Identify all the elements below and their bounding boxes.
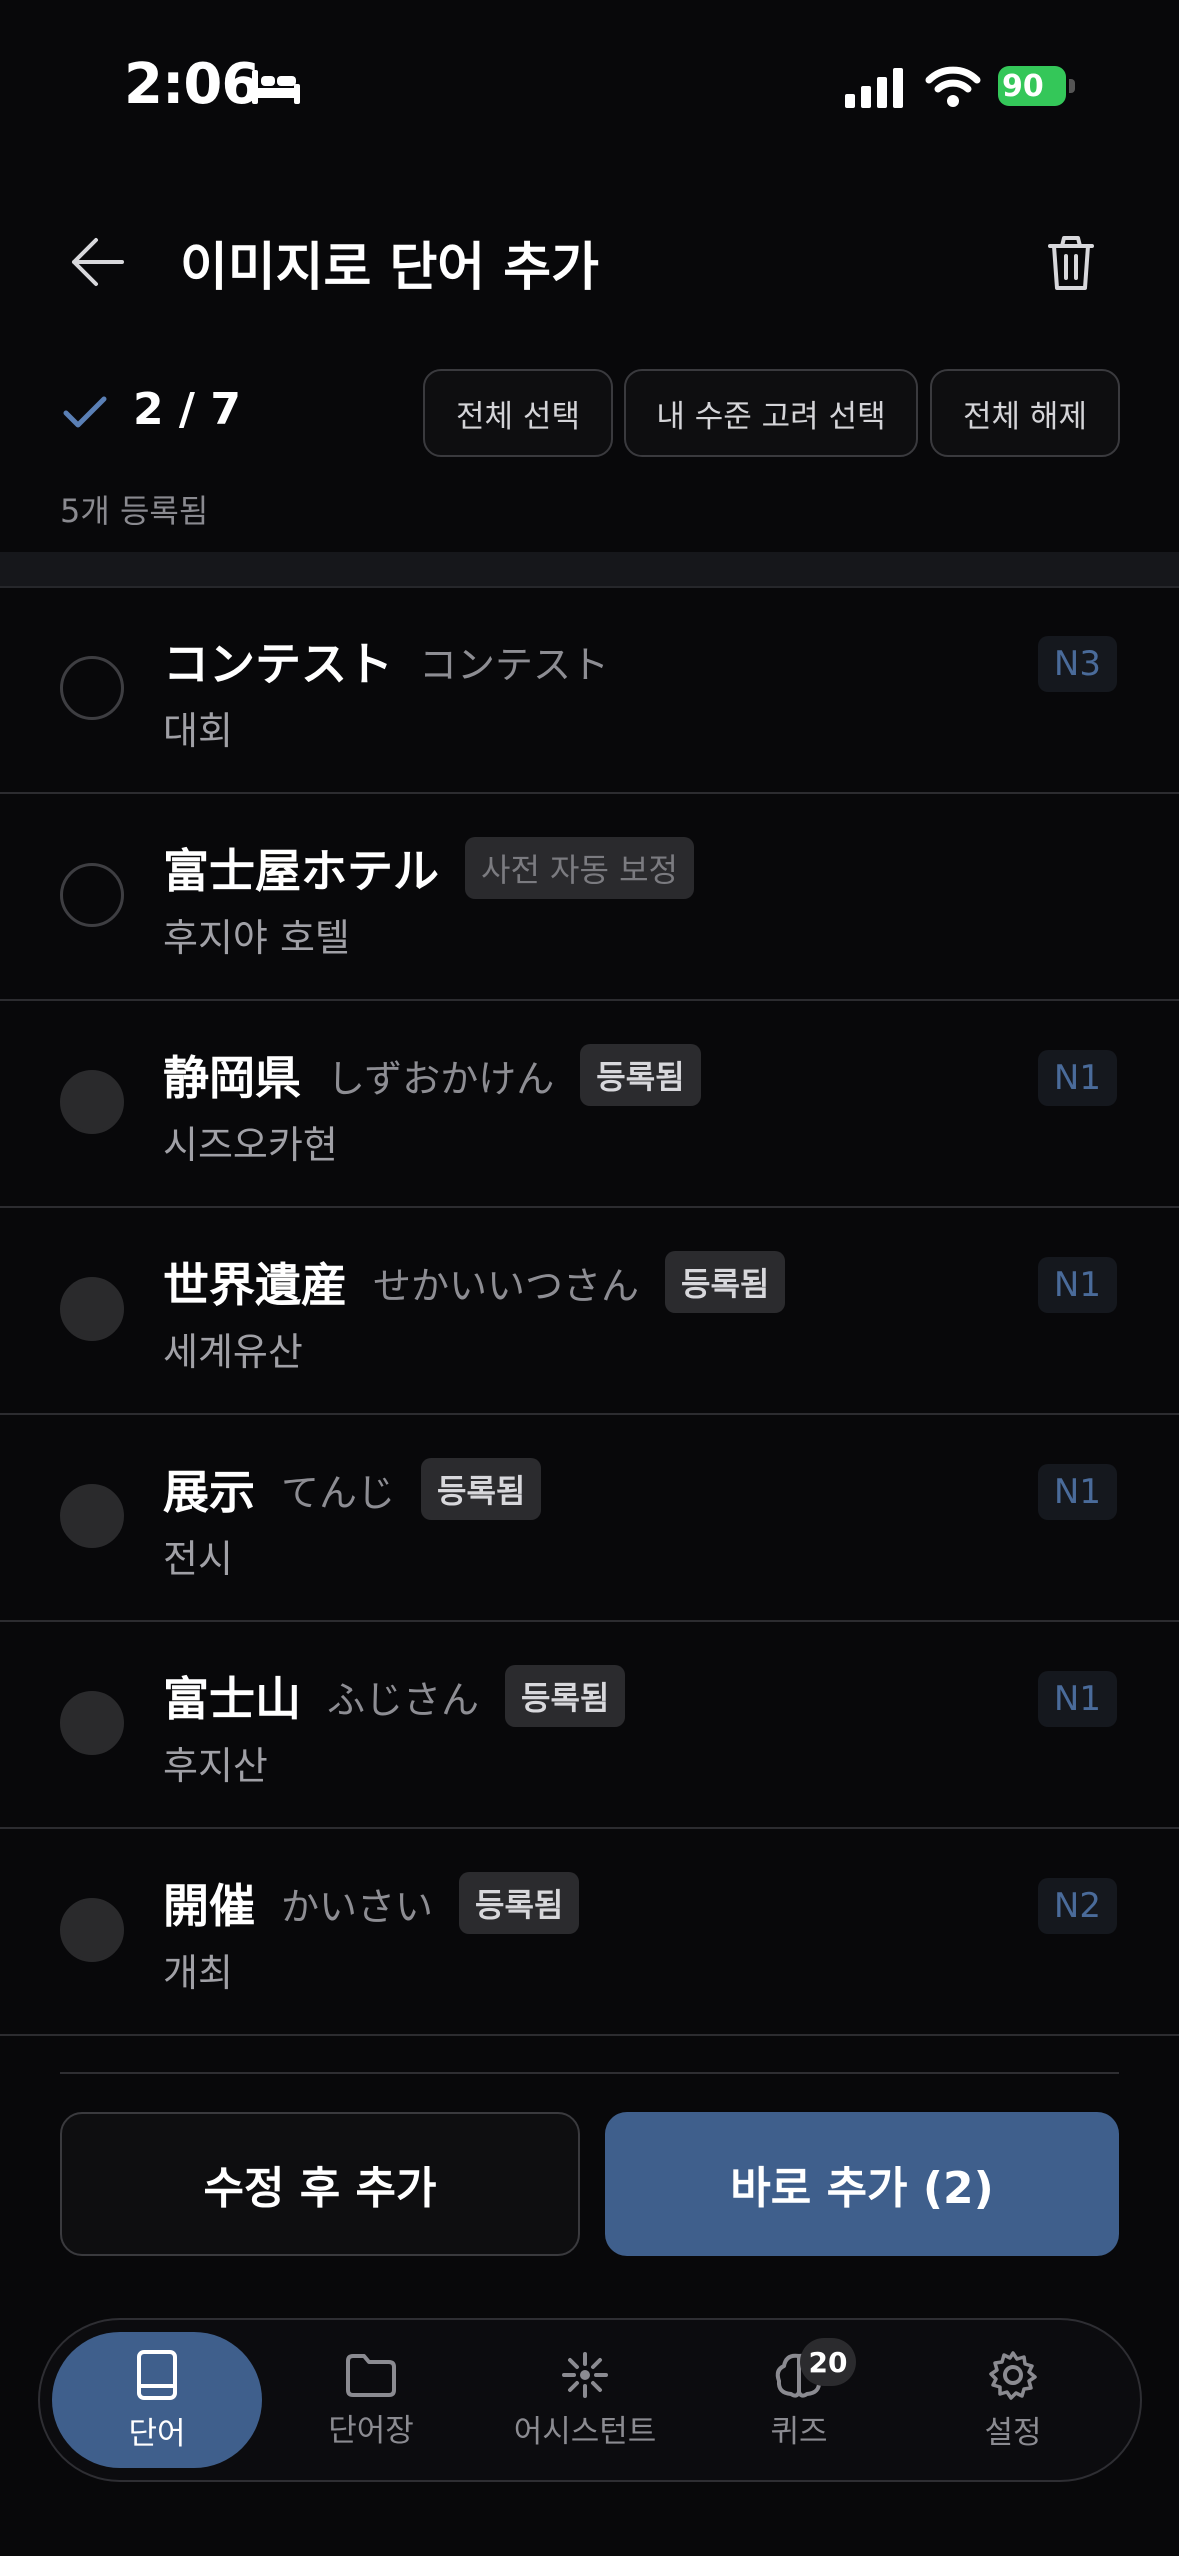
word-row[interactable]: 富士屋ホテル 사전 자동 보정후지야 호텔 [0,795,1179,1001]
word-meaning: 후지야 호텔 [163,916,350,960]
section-divider [0,552,1179,588]
status-badge: 등록됨 [580,1044,701,1106]
battery-indicator: 90 [998,66,1078,106]
edit-then-add-button[interactable]: 수정 후 추가 [60,2112,580,2256]
word-text: コンテスト [163,637,393,691]
word-reading: かいさい [281,1884,434,1929]
tab-label: 단어장 [328,2412,414,2449]
word-meaning: 개최 [163,1951,233,1995]
jlpt-level-badge: N1 [1037,1464,1117,1520]
tab-label: 설정 [984,2414,1042,2451]
word-reading: てんじ [281,1470,396,1515]
word-meaning: 세계유산 [163,1330,303,1374]
tab-bar: 단어 단어장 어시스턴트 퀴즈 설정 [38,2318,1142,2482]
tab-label: 단어 [128,2415,186,2452]
jlpt-level-badge: N2 [1037,1878,1117,1934]
cellular-signal-icon [845,68,903,108]
select-radio[interactable] [60,1070,124,1134]
select-radio[interactable] [60,1691,124,1755]
battery-level: 90 [1002,69,1044,104]
word-text: 富士屋ホテル [163,844,439,898]
selection-count: 2 / 7 [133,384,241,435]
wifi-icon [925,66,981,107]
word-text: 開催 [163,1879,255,1933]
word-reading: しずおかけん [327,1056,555,1101]
actions-divider [60,2072,1119,2074]
word-row[interactable]: コンテスト コンテスト 대회 N3 [0,588,1179,794]
tab-settings[interactable]: 설정 [908,2320,1118,2480]
status-time: 2:06 [124,52,260,117]
status-badge: 등록됨 [665,1251,786,1313]
registered-count: 5개 등록됨 [60,492,209,530]
word-reading: コンテスト [419,642,610,687]
select-all-button[interactable]: 전체 선택 [423,369,613,457]
jlpt-level-badge: N3 [1037,636,1117,692]
word-reading: せかいいつさん [373,1263,640,1308]
word-text: 静岡県 [163,1051,301,1105]
word-meaning: 후지산 [163,1744,268,1788]
word-row[interactable]: 世界遺産 せかいいつさん 등록됨세계유산 N1 [0,1209,1179,1415]
add-now-button[interactable]: 바로 추가 (2) [605,2112,1119,2256]
trash-icon[interactable] [1040,232,1102,294]
folder-icon [346,2353,396,2397]
sparkle-icon [562,2351,608,2398]
select-by-level-button[interactable]: 내 수준 고려 선택 [624,369,918,457]
word-reading: ふじさん [327,1677,480,1722]
word-text: 富士山 [163,1672,301,1726]
word-row[interactable]: 開催 かいさい 등록됨개최 N2 [0,1830,1179,2036]
back-arrow-icon[interactable] [62,232,132,292]
jlpt-level-badge: N1 [1037,1257,1117,1313]
jlpt-level-badge: N1 [1037,1671,1117,1727]
word-meaning: 대회 [163,709,233,753]
tab-label: 퀴즈 [770,2413,828,2450]
word-meaning: 전시 [163,1537,233,1581]
word-row[interactable]: 展示 てんじ 등록됨전시 N1 [0,1416,1179,1622]
gear-icon [989,2350,1037,2400]
book-icon [137,2349,177,2400]
tab-assistant[interactable]: 어시스턴트 [480,2320,690,2480]
word-row[interactable]: 富士山 ふじさん 등록됨후지산 N1 [0,1623,1179,1829]
status-badge: 등록됨 [421,1458,542,1520]
page-title: 이미지로 단어 추가 [180,238,599,298]
sleep-focus-icon [252,70,300,104]
select-radio[interactable] [60,1898,124,1962]
tab-wordbooks[interactable]: 단어장 [266,2320,476,2480]
deselect-all-button[interactable]: 전체 해제 [930,369,1120,457]
quiz-badge: 20 [800,2338,856,2386]
tab-label: 어시스턴트 [513,2413,657,2450]
tab-quiz[interactable]: 퀴즈 [694,2320,904,2480]
tab-words[interactable]: 단어 [52,2332,262,2468]
word-row[interactable]: 静岡県 しずおかけん 등록됨시즈오카현 N1 [0,1002,1179,1208]
select-radio[interactable] [60,656,124,720]
check-icon [63,396,107,428]
jlpt-level-badge: N1 [1037,1050,1117,1106]
select-radio[interactable] [60,863,124,927]
select-radio[interactable] [60,1277,124,1341]
select-radio[interactable] [60,1484,124,1548]
status-badge: 사전 자동 보정 [465,837,694,899]
status-badge: 등록됨 [459,1872,580,1934]
word-text: 世界遺産 [163,1258,347,1312]
word-text: 展示 [163,1465,255,1519]
status-badge: 등록됨 [505,1665,626,1727]
word-meaning: 시즈오카현 [163,1123,338,1167]
